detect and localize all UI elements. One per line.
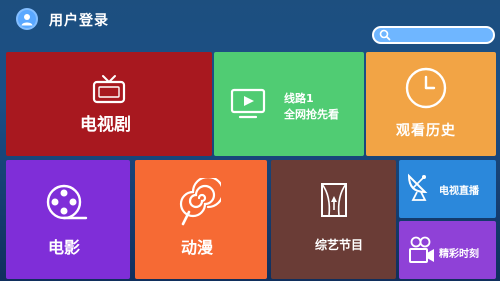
satellite-dish-icon — [407, 173, 428, 201]
user-icon — [21, 14, 33, 26]
video-camera-icon — [409, 236, 434, 263]
tile-tv-live-label: 电视直播 — [439, 186, 479, 197]
tile-watch-history-label: 观看历史 — [396, 123, 456, 139]
stage-curtain-icon — [321, 183, 347, 217]
tile-watch-history[interactable]: 观看历史 — [366, 52, 496, 156]
search-icon[interactable] — [379, 29, 391, 41]
header-bar: 用户登录 — [0, 0, 500, 44]
tile-tv-live[interactable]: 电视直播 — [399, 160, 496, 218]
tile-anime-label: 动漫 — [181, 238, 214, 257]
tile-tv-series-label: 电视剧 — [80, 115, 131, 135]
film-reel-icon — [46, 184, 88, 220]
tv-icon — [92, 75, 126, 104]
tile-variety-show[interactable]: 综艺节目 — [271, 160, 396, 279]
search-box[interactable] — [372, 26, 495, 44]
clock-icon — [405, 67, 447, 109]
user-login-label[interactable]: 用户登录 — [49, 10, 109, 30]
tile-anime[interactable]: 动漫 — [135, 160, 267, 279]
tile-movie-label: 电影 — [48, 238, 81, 257]
tile-line-1[interactable]: 线路1 全网抢先看 — [214, 52, 364, 156]
tile-highlights-label: 精彩时刻 — [439, 249, 479, 260]
tile-line-subtitle: 全网抢先看 — [284, 108, 339, 121]
tile-line-title: 线路1 — [284, 92, 314, 105]
lollipop-icon — [179, 178, 221, 226]
user-avatar[interactable] — [16, 8, 38, 30]
search-input[interactable] — [396, 28, 495, 44]
tile-movie[interactable]: 电影 — [6, 160, 130, 279]
tile-variety-show-label: 综艺节目 — [315, 238, 364, 252]
video-play-icon — [230, 88, 266, 119]
tile-highlights[interactable]: 精彩时刻 — [399, 221, 496, 279]
tile-tv-series[interactable]: 电视剧 — [6, 52, 212, 156]
